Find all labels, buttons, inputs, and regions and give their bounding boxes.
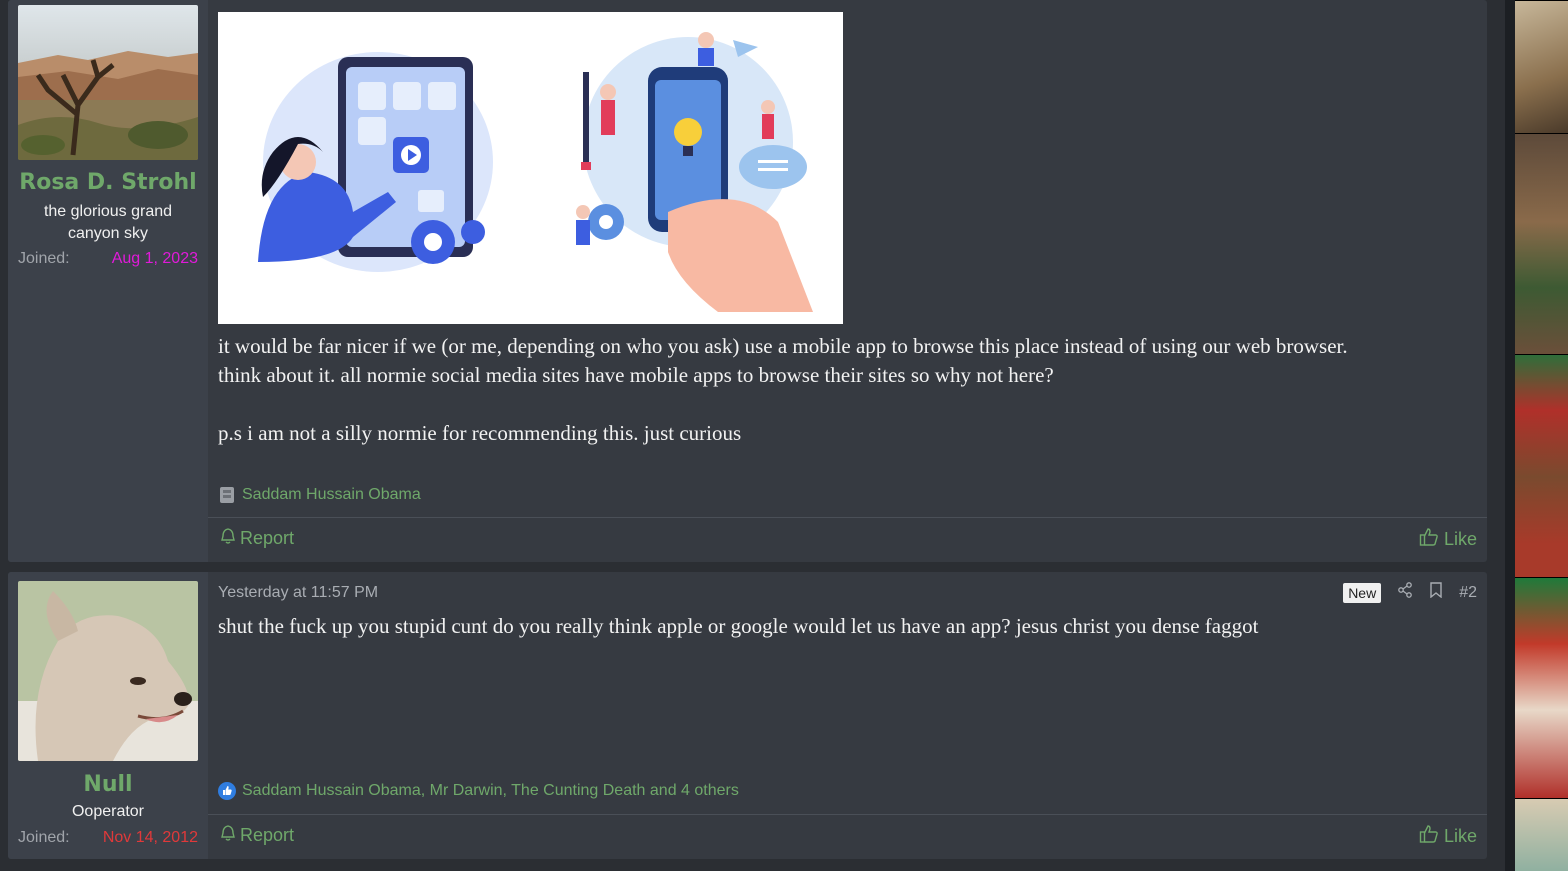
user-info-column: Null Ooperator Joined: Nov 14, 2012 — [8, 572, 208, 859]
joined-label: Joined: — [18, 250, 70, 267]
attached-image[interactable] — [218, 12, 843, 324]
side-thumb-4 — [1515, 577, 1568, 798]
reaction-emoji-icon — [218, 485, 236, 505]
like-button[interactable]: Like — [1419, 527, 1477, 552]
post-date[interactable]: Yesterday at 11:57 PM — [218, 584, 378, 602]
post-body-line: shut the fuck up you stupid cunt do you … — [218, 614, 1259, 638]
side-thumb-3 — [1515, 354, 1568, 577]
share-icon[interactable] — [1397, 582, 1413, 603]
avatar[interactable] — [18, 581, 198, 761]
joined-date: Aug 1, 2023 — [111, 250, 198, 267]
mobile-app-illustration — [258, 32, 813, 312]
username[interactable]: Null — [8, 772, 208, 797]
avatar[interactable] — [18, 5, 198, 160]
post-number-link[interactable]: #2 — [1459, 584, 1477, 602]
like-reaction-icon — [218, 782, 236, 800]
post-body: it would be far nicer if we (or me, depe… — [218, 332, 1418, 448]
side-thumb-5 — [1515, 798, 1568, 871]
reactions-users-link[interactable]: Saddam Hussain Obama — [242, 486, 421, 504]
post-body-line: p.s i am not a silly normie for recommen… — [218, 421, 742, 445]
post-footer: Report Like — [208, 517, 1487, 562]
like-label: Like — [1443, 529, 1477, 549]
post-body-blank-line — [218, 390, 1418, 419]
post-body: shut the fuck up you stupid cunt do you … — [218, 612, 1468, 641]
report-button[interactable]: Report — [220, 824, 294, 847]
joined-date: Nov 14, 2012 — [102, 829, 198, 846]
dog-drawing-avatar-image — [18, 581, 198, 761]
post-tools: New #2 — [1343, 582, 1477, 603]
bookmark-icon[interactable] — [1429, 582, 1443, 603]
like-button[interactable]: Like — [1419, 824, 1477, 849]
thumbs-up-icon — [1419, 824, 1439, 849]
post-header: Yesterday at 11:57 PM New #2 — [218, 582, 1477, 606]
user-title: the glorious grand canyon sky — [43, 203, 173, 242]
side-thumb-2 — [1515, 133, 1568, 354]
post-body-line: think about it. all normie social media … — [218, 363, 1054, 387]
side-image-strip — [1505, 0, 1568, 871]
report-label: Report — [240, 825, 295, 845]
post-content: Yesterday at 11:57 PM New #2 shut the fu… — [208, 572, 1487, 859]
bell-icon — [220, 824, 236, 847]
reactions-bar[interactable]: Saddam Hussain Obama, Mr Darwin, The Cun… — [218, 782, 739, 800]
username[interactable]: Rosa D. Strohl — [8, 170, 208, 195]
post-footer: Report Like — [208, 814, 1487, 859]
report-label: Report — [240, 528, 295, 548]
post-1: Rosa D. Strohl the glorious grand canyon… — [8, 0, 1487, 562]
post-body-line: it would be far nicer if we (or me, depe… — [218, 334, 1348, 358]
user-title: Ooperator — [71, 803, 145, 820]
side-thumb-1 — [1515, 0, 1568, 133]
joined-label: Joined: — [18, 829, 70, 846]
reactions-bar[interactable]: Saddam Hussain Obama — [218, 485, 421, 505]
report-button[interactable]: Report — [220, 527, 294, 550]
grand-canyon-avatar-image — [18, 5, 198, 160]
new-badge: New — [1343, 582, 1382, 603]
bell-icon — [220, 527, 236, 550]
like-label: Like — [1443, 826, 1477, 846]
post-content: it would be far nicer if we (or me, depe… — [208, 0, 1487, 562]
thumbs-up-icon — [1419, 527, 1439, 552]
reactions-users-link[interactable]: Saddam Hussain Obama, Mr Darwin, The Cun… — [242, 782, 739, 800]
post-2: Null Ooperator Joined: Nov 14, 2012 Yest… — [8, 572, 1487, 859]
user-info-column: Rosa D. Strohl the glorious grand canyon… — [8, 0, 208, 562]
